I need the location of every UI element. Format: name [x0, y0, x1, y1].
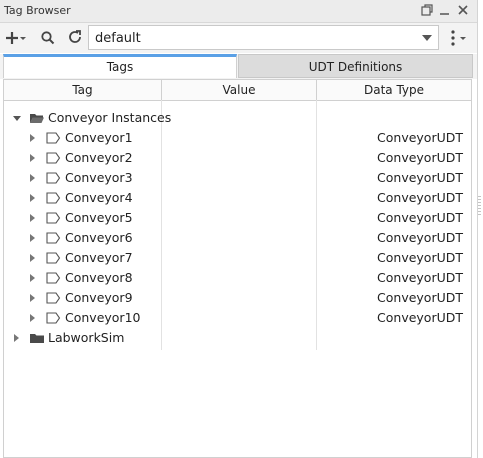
- tree-item-data-type: ConveyorUDT: [377, 190, 463, 205]
- tree-item-data-type: ConveyorUDT: [377, 310, 463, 325]
- tree-item-data-type: ConveyorUDT: [377, 210, 463, 225]
- expand-arrow-icon[interactable]: [30, 194, 35, 202]
- tag-provider-dropdown[interactable]: default: [88, 25, 439, 50]
- tree-item-row[interactable]: Conveyor2 ConveyorUDT: [4, 148, 471, 168]
- tree-item-row[interactable]: Conveyor10 ConveyorUDT: [4, 308, 471, 328]
- tree-item-data-type: ConveyorUDT: [377, 290, 463, 305]
- udt-instance-icon: [45, 150, 61, 166]
- udt-instance-icon: [45, 130, 61, 146]
- folder-label: Conveyor Instances: [48, 110, 172, 125]
- column-header-data-type[interactable]: Data Type: [317, 80, 471, 100]
- tree-item-row[interactable]: Conveyor5 ConveyorUDT: [4, 208, 471, 228]
- more-options-icon[interactable]: [448, 29, 470, 47]
- udt-instance-icon: [45, 310, 61, 326]
- tree-folder-row[interactable]: Conveyor Instances: [4, 108, 471, 128]
- udt-instance-icon: [45, 230, 61, 246]
- tree-item-name: Conveyor3: [65, 170, 133, 185]
- tree-item-data-type: ConveyorUDT: [377, 150, 463, 165]
- tag-provider-value: default: [95, 31, 141, 46]
- tree-item-name: Conveyor8: [65, 270, 133, 285]
- title-bar: Tag Browser: [0, 0, 477, 23]
- udt-instance-icon: [45, 190, 61, 206]
- expand-arrow-icon[interactable]: [30, 134, 35, 142]
- tree-folder-row[interactable]: LabworkSim: [4, 328, 471, 348]
- tree-item-row[interactable]: Conveyor8 ConveyorUDT: [4, 268, 471, 288]
- table-header: Tag Value Data Type: [4, 80, 471, 101]
- tab-strip: Tags UDT Definitions: [0, 54, 477, 79]
- folder-open-icon: [29, 110, 45, 126]
- refresh-icon[interactable]: [67, 29, 83, 47]
- udt-instance-icon: [45, 210, 61, 226]
- tab-udt-definitions[interactable]: UDT Definitions: [238, 54, 473, 78]
- tree-item-name: Conveyor10: [65, 310, 141, 325]
- tree-item-row[interactable]: Conveyor6 ConveyorUDT: [4, 228, 471, 248]
- tree-item-name: Conveyor6: [65, 230, 133, 245]
- tree-item-row[interactable]: Conveyor1 ConveyorUDT: [4, 128, 471, 148]
- tree-item-row[interactable]: Conveyor3 ConveyorUDT: [4, 168, 471, 188]
- column-header-value[interactable]: Value: [162, 80, 317, 100]
- float-window-icon[interactable]: [420, 3, 434, 17]
- expand-arrow-icon[interactable]: [30, 154, 35, 162]
- panel-title: Tag Browser: [4, 4, 71, 17]
- expand-arrow-icon[interactable]: [30, 314, 35, 322]
- tree-item-name: Conveyor9: [65, 290, 133, 305]
- expand-arrow-icon[interactable]: [30, 174, 35, 182]
- tree-item-data-type: ConveyorUDT: [377, 230, 463, 245]
- udt-instance-icon: [45, 170, 61, 186]
- udt-instance-icon: [45, 270, 61, 286]
- tree-item-name: Conveyor7: [65, 250, 133, 265]
- tree-item-name: Conveyor2: [65, 150, 133, 165]
- folder-label: LabworkSim: [48, 330, 125, 345]
- tag-browser-panel: Tag Browser default Tags UDT Definitions: [0, 0, 478, 458]
- tree-item-data-type: ConveyorUDT: [377, 170, 463, 185]
- tree-item-data-type: ConveyorUDT: [377, 130, 463, 145]
- column-header-tag[interactable]: Tag: [4, 80, 162, 100]
- tree-item-name: Conveyor5: [65, 210, 133, 225]
- splitter-handle[interactable]: [478, 196, 481, 216]
- tab-tags[interactable]: Tags: [3, 54, 237, 78]
- collapse-arrow-icon[interactable]: [13, 116, 21, 121]
- udt-instance-icon: [45, 250, 61, 266]
- expand-arrow-icon[interactable]: [30, 254, 35, 262]
- close-icon[interactable]: [456, 3, 470, 17]
- tree-item-data-type: ConveyorUDT: [377, 270, 463, 285]
- expand-arrow-icon[interactable]: [30, 214, 35, 222]
- tree-item-name: Conveyor1: [65, 130, 133, 145]
- folder-icon: [29, 330, 45, 346]
- tree-item-row[interactable]: Conveyor7 ConveyorUDT: [4, 248, 471, 268]
- tree-item-row[interactable]: Conveyor4 ConveyorUDT: [4, 188, 471, 208]
- expand-arrow-icon[interactable]: [30, 234, 35, 242]
- chevron-down-icon: [422, 35, 432, 41]
- expand-arrow-icon[interactable]: [30, 274, 35, 282]
- expand-arrow-icon[interactable]: [30, 294, 35, 302]
- udt-instance-icon: [45, 290, 61, 306]
- expand-arrow-icon[interactable]: [14, 334, 19, 342]
- minimize-icon[interactable]: [438, 3, 452, 17]
- tree-item-data-type: ConveyorUDT: [377, 250, 463, 265]
- tag-tree-table: Tag Value Data Type Conveyor Instances C…: [3, 79, 472, 458]
- tree-item-name: Conveyor4: [65, 190, 133, 205]
- add-tag-button[interactable]: [5, 29, 27, 47]
- search-icon[interactable]: [40, 29, 56, 47]
- tree-item-row[interactable]: Conveyor9 ConveyorUDT: [4, 288, 471, 308]
